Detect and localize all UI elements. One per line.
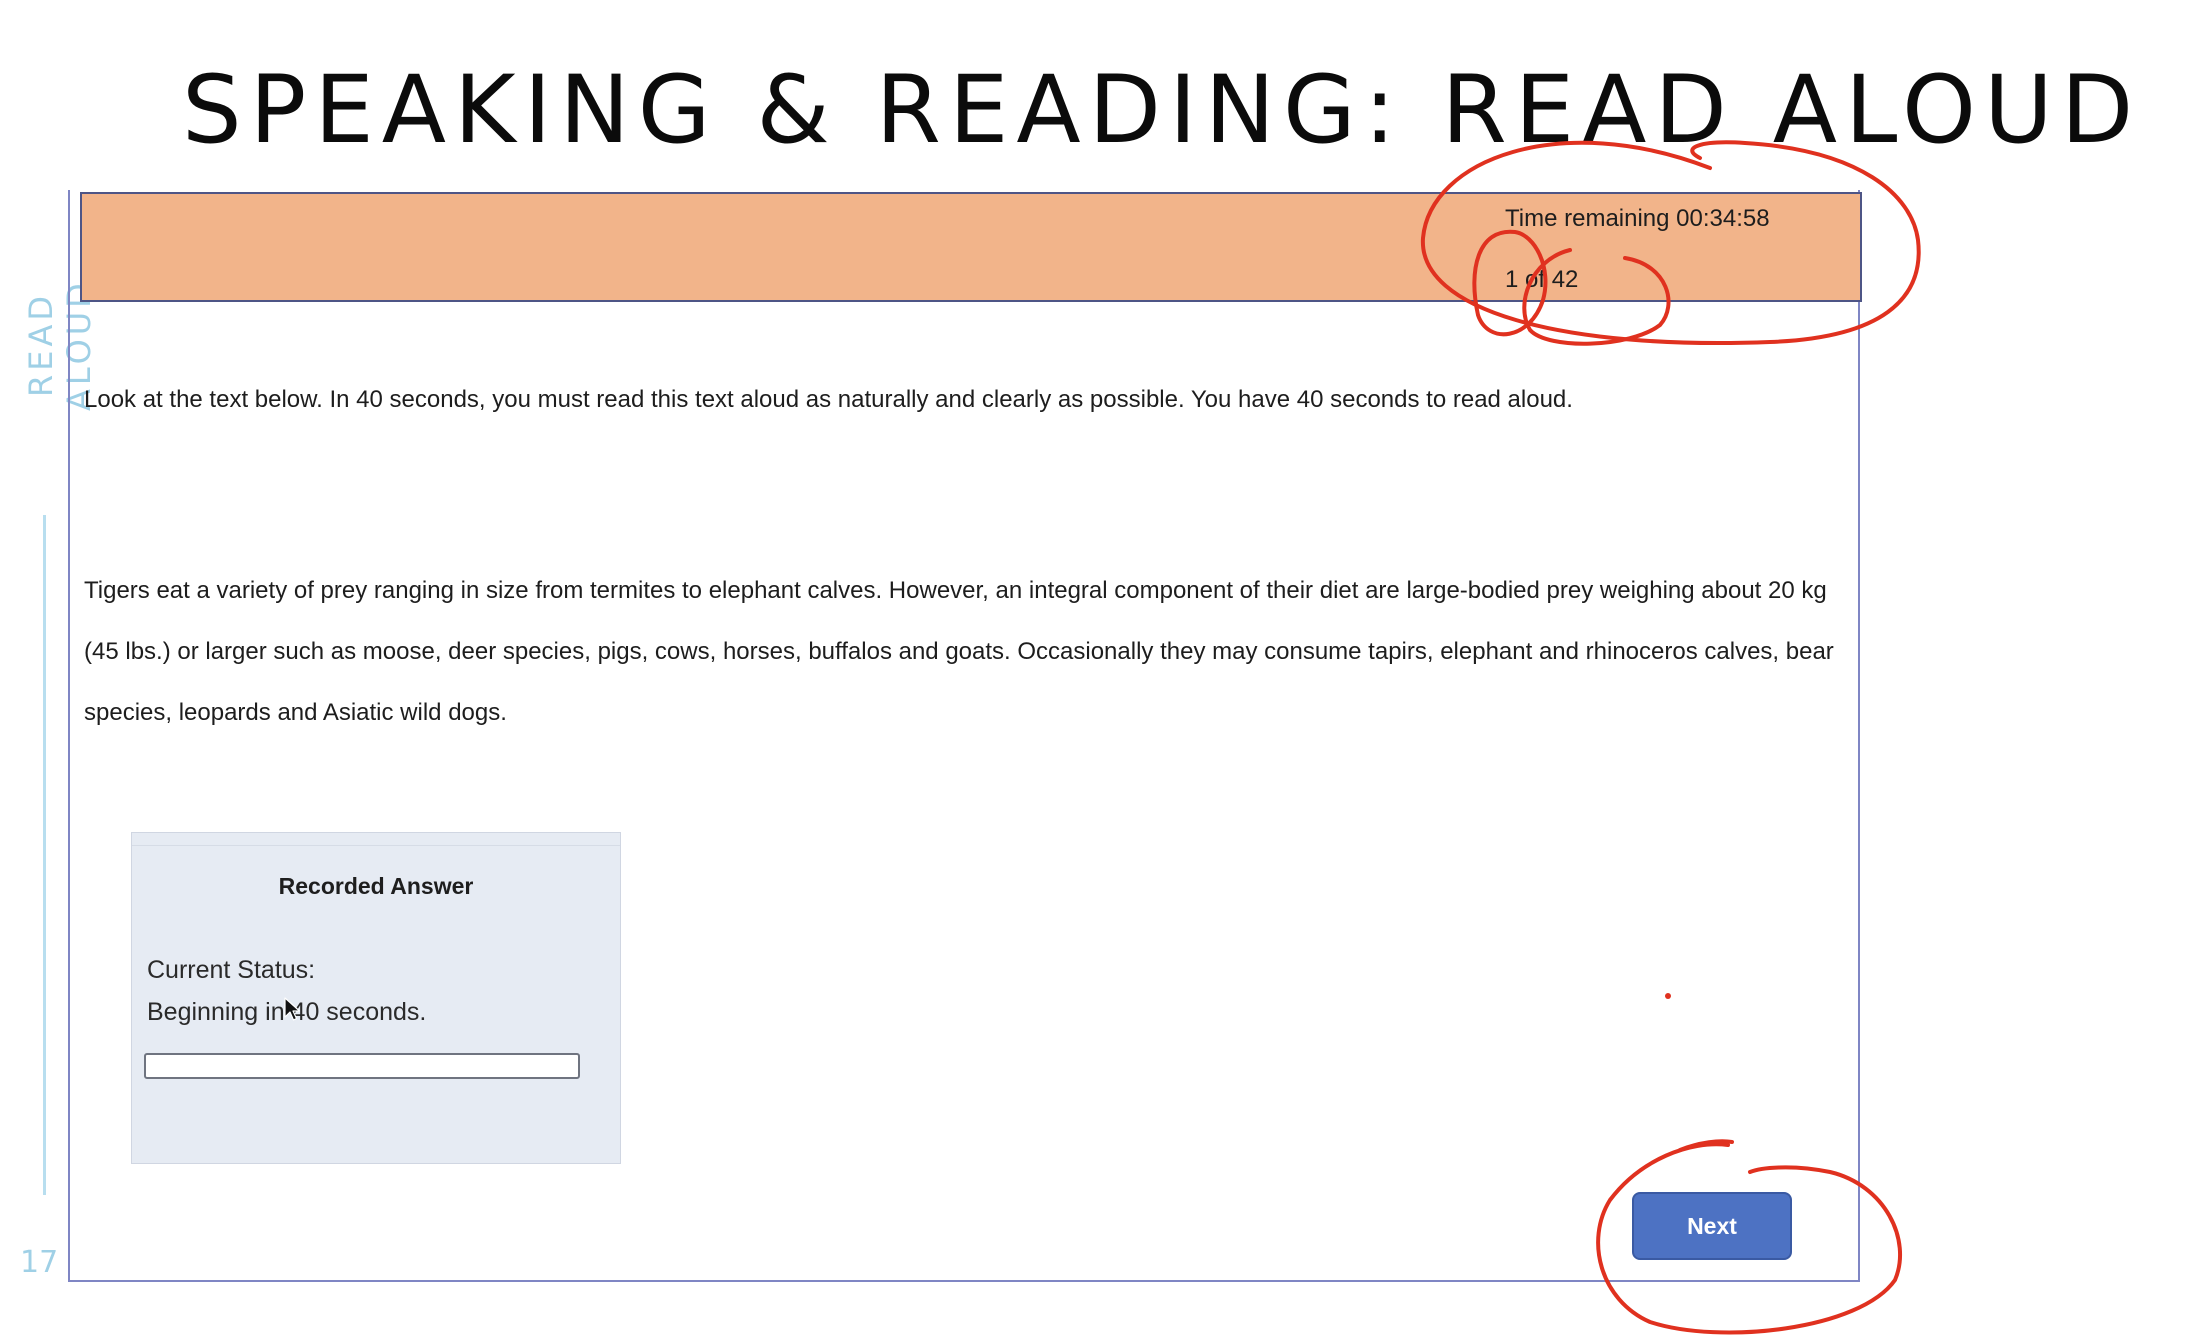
side-divider-line: [43, 515, 46, 1195]
recorded-answer-panel: Recorded Answer Current Status: Beginnin…: [131, 832, 621, 1164]
next-button[interactable]: Next: [1632, 1192, 1792, 1260]
recording-progress-bar: [144, 1053, 580, 1079]
question-counter: 1 of 42: [1505, 266, 1579, 293]
reading-passage: Tigers eat a variety of prey ranging in …: [84, 577, 1834, 726]
side-section-label: READ ALOUD: [22, 279, 98, 411]
task-instruction: Look at the text below. In 40 seconds, y…: [84, 386, 1573, 413]
slide-page-number: 17: [20, 1245, 59, 1280]
current-status-label: Current Status:: [147, 956, 316, 984]
recorded-answer-title: Recorded Answer: [278, 873, 474, 899]
cursor-arrow-icon: [284, 997, 301, 1021]
time-remaining-label: Time remaining 00:34:58: [1505, 205, 1770, 232]
slide-title: SPEAKING & READING: READ ALOUD: [182, 56, 2142, 165]
